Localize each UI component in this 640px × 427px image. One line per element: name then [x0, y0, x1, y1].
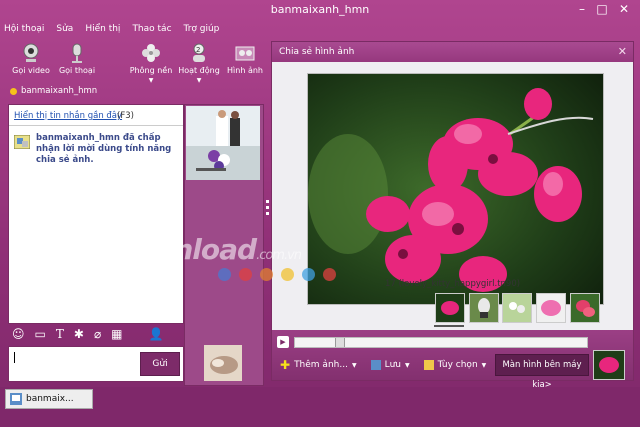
menu-view[interactable]: Hiển thị — [85, 24, 120, 38]
activity-icon: 2 — [193, 43, 205, 62]
menu-conversation[interactable]: Hội thoại — [4, 24, 44, 38]
webcam-icon — [23, 43, 39, 62]
contact-avatar[interactable] — [186, 106, 260, 180]
save-icon — [370, 360, 381, 370]
conversation-icon — [10, 393, 22, 405]
title-bar: banmaixanh_hmn – □ ✕ — [0, 0, 640, 20]
wink-icon[interactable]: ▭ — [35, 327, 46, 341]
chat-history-panel[interactable]: Hiển thị tin nhắn gần đây (F3) banmaixan… — [8, 104, 184, 324]
options-label: Tùy chọn — [437, 360, 478, 370]
activity-label: Hoạt động — [178, 66, 220, 75]
watermark-dots — [218, 268, 336, 281]
thumbnail[interactable] — [435, 293, 465, 323]
chevron-down-icon[interactable]: ▼ — [197, 77, 202, 84]
my-avatar[interactable] — [204, 345, 242, 381]
notice-text: banmaixanh_hmn đã chấp nhận lời mời dùng… — [36, 133, 172, 165]
share-notice-icon — [14, 135, 30, 149]
video-call-button[interactable]: Gọi video — [8, 42, 54, 75]
other-screen-button[interactable]: Màn hình bên máy kia> — [495, 354, 589, 390]
picture-icon — [235, 46, 255, 61]
menu-actions[interactable]: Thao tác — [132, 24, 171, 38]
chevron-down-icon[interactable]: ▼ — [482, 362, 487, 369]
chat-tools: ☺ ▭ T ✱ ⌀ ▦ 👤 — [8, 324, 188, 344]
divider — [9, 125, 183, 126]
taskbar: banmaix... — [0, 387, 640, 427]
nudge-icon[interactable]: ✱ — [74, 327, 84, 341]
taskbar-item-label: banmaix... — [26, 394, 74, 404]
minimize-icon[interactable]: – — [572, 2, 592, 16]
options-button[interactable]: Tùy chọn ▼ — [423, 360, 487, 370]
menu-bar: Hội thoại Sửa Hiển thị Thao tác Trợ giúp — [4, 24, 219, 38]
history-shortcut: (F3) — [117, 111, 134, 121]
attach-icon[interactable]: ⌀ — [94, 327, 101, 341]
photo-share-panel: Chia sẻ hình ảnh ✕ 17 (lovely_kitty_happ… — [271, 41, 634, 390]
taskbar-conversation-button[interactable]: banmaix... — [5, 389, 93, 409]
shared-photo[interactable] — [307, 73, 604, 305]
close-icon[interactable]: ✕ — [614, 2, 634, 16]
share-accepted-notice: banmaixanh_hmn đã chấp nhận lời mời dùng… — [14, 133, 180, 166]
chevron-down-icon[interactable]: ▼ — [149, 77, 154, 84]
remote-preview-thumbnail[interactable] — [593, 350, 625, 380]
watermark: Download.com.vn — [108, 233, 302, 266]
add-photo-button[interactable]: ✚ Thêm ảnh... ▼ — [280, 358, 357, 372]
contact-status: banmaixanh_hmn — [10, 86, 97, 96]
contact-name: banmaixanh_hmn — [21, 86, 98, 96]
picture-button[interactable]: Hình ảnh — [222, 42, 268, 75]
add-photo-label: Thêm ảnh... — [294, 360, 348, 370]
chevron-down-icon[interactable]: ▼ — [352, 362, 357, 369]
slideshow-progress[interactable] — [294, 337, 588, 348]
voice-call-button[interactable]: Gọi thoại — [54, 42, 100, 75]
share-actions: ✚ Thêm ảnh... ▼ Lưu ▼ Tùy chọn ▼ — [280, 356, 500, 374]
send-button[interactable]: Gửi — [140, 352, 180, 376]
emoticon-icon[interactable]: ☺ — [12, 327, 25, 341]
selected-thumbnail-indicator — [434, 325, 464, 327]
picture-label: Hình ảnh — [227, 66, 263, 75]
maximize-icon[interactable]: □ — [592, 2, 612, 16]
window-title: banmaixanh_hmn — [270, 3, 370, 16]
menu-help[interactable]: Trợ giúp — [184, 24, 220, 38]
contact-icon[interactable]: 👤 — [149, 327, 164, 341]
share-controls: ▶ ✚ Thêm ảnh... ▼ Lưu ▼ Tùy chọn ▼ Màn h… — [272, 330, 633, 390]
voice-call-label: Gọi thoại — [58, 66, 96, 75]
video-call-label: Gọi video — [12, 66, 50, 75]
panel-splitter[interactable] — [266, 200, 269, 218]
thumbnail[interactable] — [570, 293, 600, 323]
share-header: Chia sẻ hình ảnh ✕ — [272, 42, 633, 62]
options-icon — [423, 360, 434, 370]
font-icon[interactable]: T — [56, 327, 64, 341]
background-button[interactable]: Phông nền ▼ — [128, 42, 174, 84]
messenger-window: banmaixanh_hmn – □ ✕ Hội thoại Sửa Hiển … — [0, 0, 640, 427]
share-title: Chia sẻ hình ảnh — [279, 47, 355, 57]
progress-handle[interactable] — [335, 338, 345, 347]
play-icon[interactable]: ▶ — [277, 336, 289, 348]
menu-edit[interactable]: Sửa — [56, 24, 73, 38]
text-caret — [14, 352, 15, 363]
thumbnail[interactable] — [502, 293, 532, 323]
show-recent-messages-link[interactable]: Hiển thị tin nhắn gần đây — [14, 111, 122, 121]
watermark-suffix: .com.vn — [256, 248, 302, 263]
chevron-down-icon[interactable]: ▼ — [405, 362, 410, 369]
thumbnail[interactable] — [536, 293, 566, 323]
svg-text:2: 2 — [196, 46, 200, 54]
microphone-icon — [72, 43, 82, 63]
online-status-icon — [10, 87, 17, 95]
flower-icon — [142, 44, 160, 62]
more-tools-icon[interactable]: ▦ — [111, 327, 122, 341]
activity-button[interactable]: 2 Hoạt động ▼ — [176, 42, 222, 84]
save-label: Lưu — [384, 360, 401, 370]
close-share-icon[interactable]: ✕ — [618, 45, 627, 58]
background-label: Phông nền — [129, 66, 173, 75]
plus-icon: ✚ — [280, 358, 291, 372]
save-button[interactable]: Lưu ▼ — [370, 360, 410, 370]
thumbnail[interactable] — [469, 293, 499, 323]
watermark-text: Download — [108, 233, 257, 266]
